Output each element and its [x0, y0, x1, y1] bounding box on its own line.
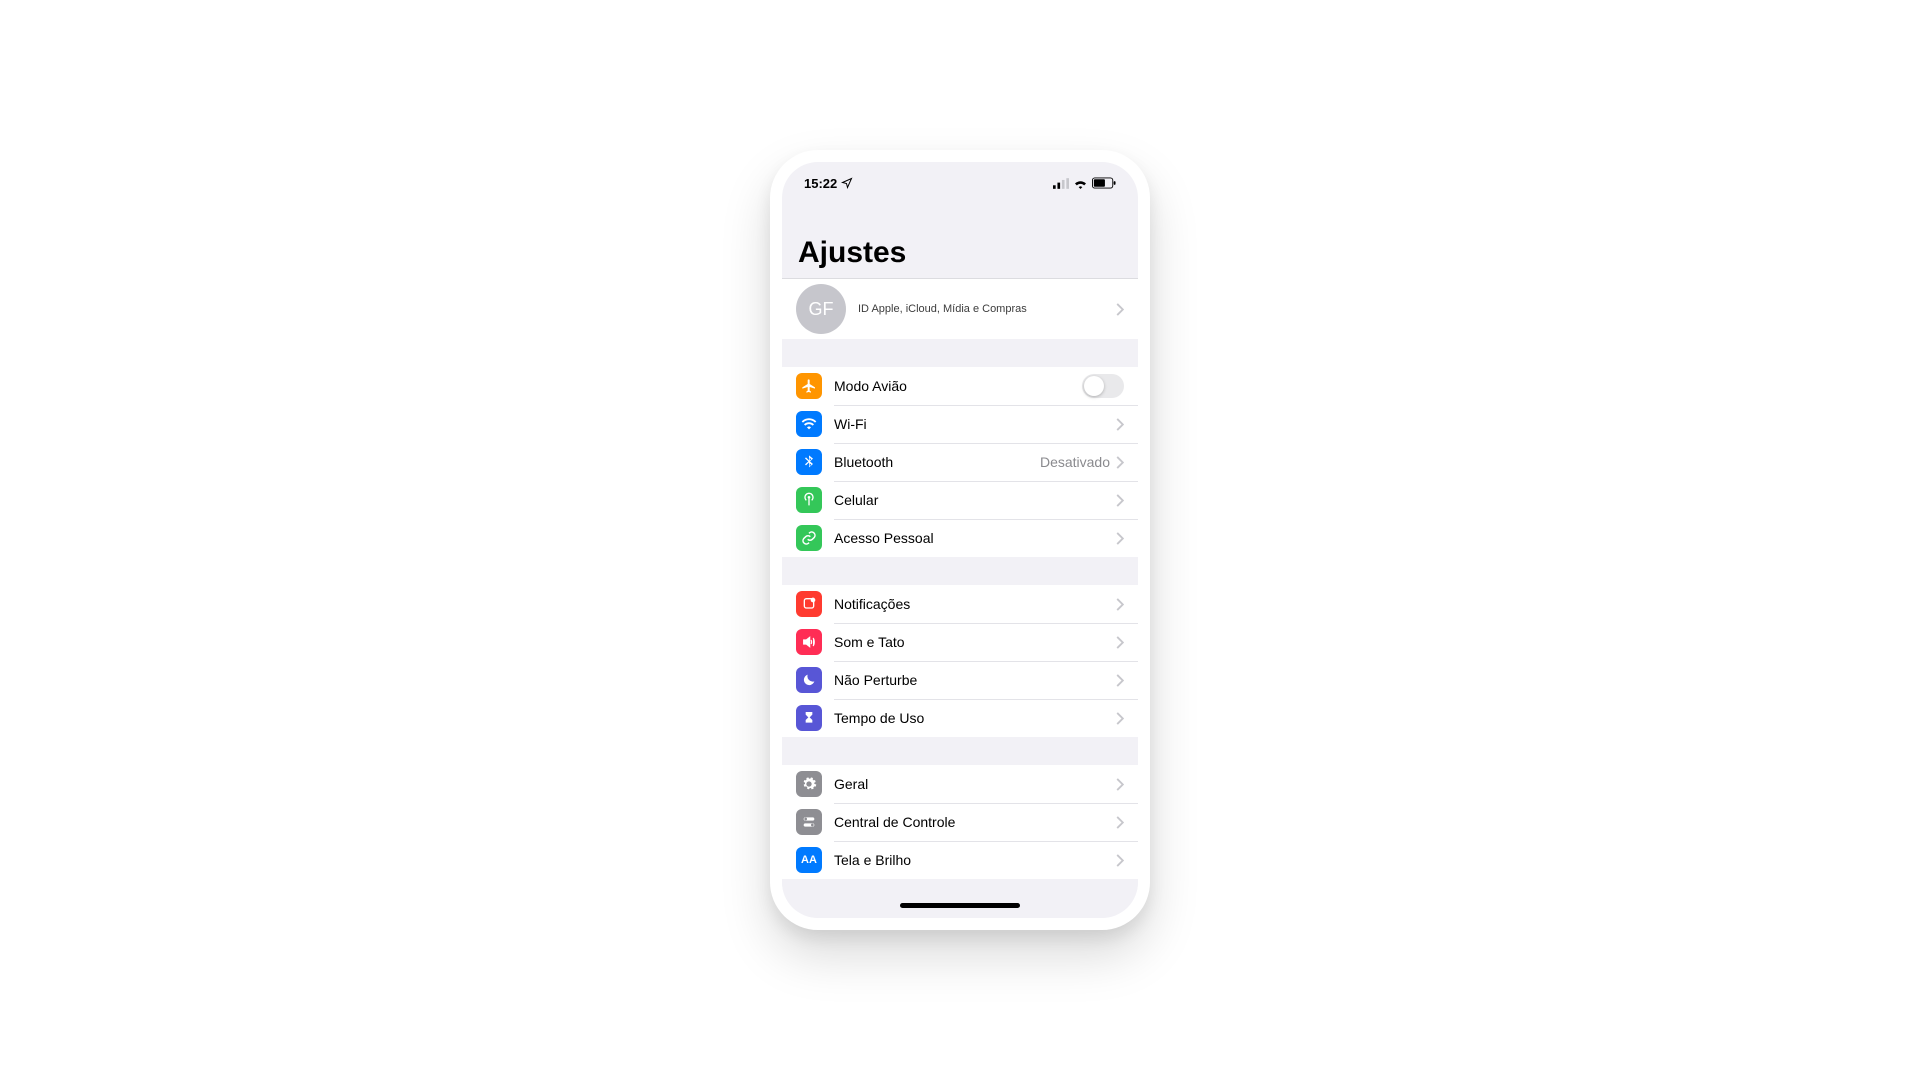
aa-icon: AA [796, 847, 822, 873]
row-hotspot[interactable]: Acesso Pessoal [782, 519, 1138, 557]
hourglass-icon [796, 705, 822, 731]
stage: 15:22 Ajustes GF [0, 0, 1920, 1080]
profile-subtitle: ID Apple, iCloud, Mídia e Compras [858, 303, 1027, 315]
chevron-right-icon [1116, 303, 1124, 316]
chevron-right-icon [1116, 636, 1124, 649]
moon-icon [796, 667, 822, 693]
antenna-icon [796, 487, 822, 513]
avatar: GF [796, 284, 846, 334]
row-display[interactable]: AA Tela e Brilho [782, 841, 1138, 879]
row-value: Desativado [1040, 454, 1110, 470]
link-icon [796, 525, 822, 551]
home-indicator[interactable] [900, 903, 1020, 908]
chevron-right-icon [1116, 598, 1124, 611]
row-label: Notificações [834, 596, 910, 612]
chevron-right-icon [1116, 816, 1124, 829]
settings-group-system: Geral Central de Controle AA Tela e Bril… [782, 765, 1138, 879]
status-bar-left: 15:22 [804, 176, 853, 191]
group-separator [782, 339, 1138, 367]
group-separator [782, 737, 1138, 765]
row-wifi[interactable]: Wi-Fi [782, 405, 1138, 443]
phone-screen: 15:22 Ajustes GF [782, 162, 1138, 918]
row-bluetooth[interactable]: Bluetooth Desativado [782, 443, 1138, 481]
wifi-icon [796, 411, 822, 437]
cellular-signal-icon [1053, 178, 1069, 189]
speaker-icon [796, 629, 822, 655]
settings-list: GF ID Apple, iCloud, Mídia e Compras Mod… [782, 279, 1138, 918]
row-label: Geral [834, 776, 868, 792]
row-label: Wi-Fi [834, 416, 867, 432]
row-general[interactable]: Geral [782, 765, 1138, 803]
profile-group: GF ID Apple, iCloud, Mídia e Compras [782, 279, 1138, 339]
switches-icon [796, 809, 822, 835]
airplane-toggle[interactable] [1082, 374, 1124, 398]
profile-row[interactable]: GF ID Apple, iCloud, Mídia e Compras [782, 279, 1138, 339]
row-screentime[interactable]: Tempo de Uso [782, 699, 1138, 737]
settings-group-connectivity: Modo Avião Wi-Fi Bluetooth De [782, 367, 1138, 557]
status-bar: 15:22 [782, 162, 1138, 198]
row-airplane[interactable]: Modo Avião [782, 367, 1138, 405]
airplane-icon [796, 373, 822, 399]
bluetooth-icon [796, 449, 822, 475]
bell-icon [796, 591, 822, 617]
chevron-right-icon [1116, 418, 1124, 431]
chevron-right-icon [1116, 494, 1124, 507]
status-time: 15:22 [804, 176, 837, 191]
chevron-right-icon [1116, 778, 1124, 791]
chevron-right-icon [1116, 456, 1124, 469]
row-label: Central de Controle [834, 814, 955, 830]
row-label: Acesso Pessoal [834, 530, 934, 546]
page-title: Ajustes [798, 236, 1122, 270]
row-label: Som e Tato [834, 634, 905, 650]
chevron-right-icon [1116, 712, 1124, 725]
phone-frame: 15:22 Ajustes GF [770, 150, 1150, 930]
row-cellular[interactable]: Celular [782, 481, 1138, 519]
page-header: Ajustes [782, 198, 1138, 279]
chevron-right-icon [1116, 854, 1124, 867]
row-dnd[interactable]: Não Perturbe [782, 661, 1138, 699]
row-label: Bluetooth [834, 454, 893, 470]
battery-icon [1092, 177, 1116, 189]
row-controlcenter[interactable]: Central de Controle [782, 803, 1138, 841]
wifi-status-icon [1073, 178, 1088, 189]
row-label: Tempo de Uso [834, 710, 924, 726]
chevron-right-icon [1116, 532, 1124, 545]
group-separator [782, 557, 1138, 585]
location-icon [841, 177, 853, 189]
gear-icon [796, 771, 822, 797]
settings-group-alerts: Notificações Som e Tato Não Perturbe [782, 585, 1138, 737]
row-label: Celular [834, 492, 878, 508]
row-notifications[interactable]: Notificações [782, 585, 1138, 623]
row-label: Não Perturbe [834, 672, 917, 688]
row-label: Modo Avião [834, 378, 907, 394]
status-bar-right [1053, 177, 1116, 189]
chevron-right-icon [1116, 674, 1124, 687]
row-label: Tela e Brilho [834, 852, 911, 868]
row-sounds[interactable]: Som e Tato [782, 623, 1138, 661]
